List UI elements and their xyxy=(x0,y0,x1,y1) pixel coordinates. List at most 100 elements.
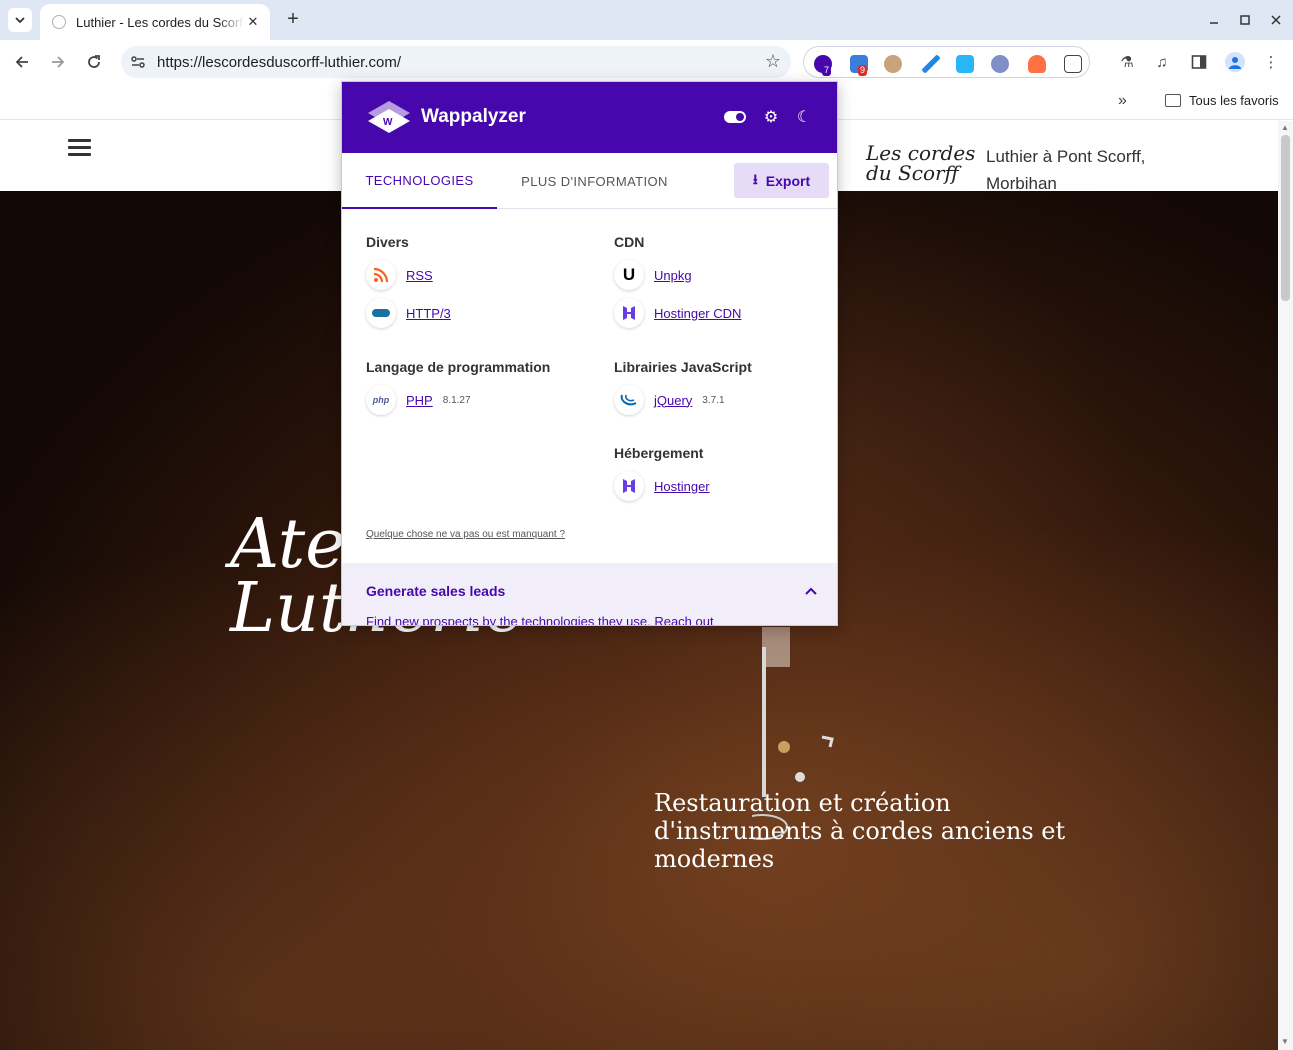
extension-icon[interactable] xyxy=(884,55,902,73)
http3-icon xyxy=(366,298,396,328)
gear-icon[interactable]: ⚙ xyxy=(761,107,781,127)
technology-name[interactable]: HTTP/3 xyxy=(406,306,451,321)
address-bar[interactable]: https://lescordesduscorff-luthier.com/ ☆ xyxy=(121,46,791,78)
extensions-area: 7 9 xyxy=(803,46,1090,78)
puzzle-icon[interactable] xyxy=(1064,55,1082,73)
hamburger-menu-icon[interactable] xyxy=(68,139,91,157)
site-tagline: Luthier à Pont Scorff, Morbihan xyxy=(986,147,1146,193)
tab-title: Luthier - Les cordes du Scorff xyxy=(76,14,244,30)
reload-icon xyxy=(88,55,100,68)
person-icon xyxy=(1229,57,1241,69)
hostinger-icon xyxy=(614,298,644,328)
profile-avatar[interactable] xyxy=(1225,52,1245,72)
tab-search-button[interactable] xyxy=(8,8,32,32)
extension-icon[interactable] xyxy=(956,55,974,73)
maximize-button[interactable] xyxy=(1233,8,1257,32)
technology-item[interactable]: U Unpkg xyxy=(614,259,692,291)
technology-name[interactable]: Hostinger xyxy=(654,479,710,494)
close-icon xyxy=(1271,15,1281,25)
browser-toolbar: https://lescordesduscorff-luthier.com/ ☆… xyxy=(0,40,1293,84)
chevron-up-icon[interactable] xyxy=(805,582,817,598)
close-icon[interactable]: ✕ xyxy=(244,13,262,31)
folder-icon xyxy=(1165,94,1181,107)
technology-item[interactable]: Hostinger xyxy=(614,470,710,502)
technology-version: 8.1.27 xyxy=(442,394,471,406)
extension-badge: 7 xyxy=(822,65,832,76)
technology-name[interactable]: PHP xyxy=(406,393,433,408)
report-issue-link[interactable]: Quelque chose ne va pas ou est manquant … xyxy=(366,529,565,540)
download-icon: ⭳ xyxy=(752,170,758,187)
scroll-up-icon[interactable]: ▲ xyxy=(1281,123,1289,132)
kebab-menu-icon[interactable]: ⋮ xyxy=(1261,52,1281,72)
export-button[interactable]: ⭳ Export xyxy=(734,163,829,198)
technology-name[interactable]: Unpkg xyxy=(654,268,692,283)
moon-icon[interactable]: ☾ xyxy=(794,107,814,127)
category-title: Librairies JavaScript xyxy=(614,359,752,375)
forward-button[interactable] xyxy=(46,50,70,74)
wappalyzer-tabs: TECHNOLOGIES PLUS D'INFORMATION ⭳ Export xyxy=(342,153,837,209)
arrow-right-icon xyxy=(52,56,65,68)
sales-leads-panel: Generate sales leads Find new prospects … xyxy=(342,563,837,625)
technology-name[interactable]: RSS xyxy=(406,268,433,283)
close-window-button[interactable] xyxy=(1264,8,1288,32)
sales-leads-text[interactable]: Find new prospects by the technologies t… xyxy=(366,614,714,625)
category-title: Langage de programmation xyxy=(366,359,551,375)
chevron-down-icon xyxy=(15,17,25,24)
browser-tab-active[interactable]: Luthier - Les cordes du Scorff ✕ xyxy=(40,4,270,40)
logo-line: du Scorff xyxy=(866,161,959,185)
extension-icon[interactable] xyxy=(922,55,940,73)
back-button[interactable] xyxy=(10,50,34,74)
site-logo[interactable]: Les cordes du Scorff xyxy=(866,143,975,183)
minimize-icon xyxy=(1210,22,1218,24)
bookmarks-folder-label: Tous les favoris xyxy=(1189,93,1279,108)
flask-icon[interactable]: ⚗ xyxy=(1117,52,1137,72)
tab-technologies[interactable]: TECHNOLOGIES xyxy=(342,153,497,209)
all-bookmarks-folder[interactable]: Tous les favoris xyxy=(1165,93,1279,108)
wappalyzer-popup: W Wappalyzer ⚙ ☾ TECHNOLOGIES PLUS D'INF… xyxy=(341,81,838,626)
tab-more-info[interactable]: PLUS D'INFORMATION xyxy=(497,153,692,209)
scroll-down-icon[interactable]: ▼ xyxy=(1281,1037,1289,1046)
technology-name[interactable]: Hostinger CDN xyxy=(654,306,741,321)
category-title: CDN xyxy=(614,234,645,250)
logo-line: Les cordes xyxy=(866,141,976,165)
extension-badge: 9 xyxy=(858,65,868,76)
technology-item[interactable]: HTTP/3 xyxy=(366,297,451,329)
technology-item[interactable]: Hostinger CDN xyxy=(614,297,741,329)
technology-name[interactable]: jQuery xyxy=(654,393,692,408)
minimize-button[interactable] xyxy=(1202,8,1226,32)
sales-leads-title[interactable]: Generate sales leads xyxy=(366,583,505,599)
new-tab-button[interactable]: + xyxy=(282,8,304,30)
category-title: Divers xyxy=(366,234,409,250)
export-label: Export xyxy=(765,172,811,189)
technology-item[interactable]: RSS xyxy=(366,259,433,291)
technology-version: 3.7.1 xyxy=(702,394,725,406)
scroll-thumb[interactable] xyxy=(1281,135,1290,301)
svg-text:W: W xyxy=(383,117,393,128)
hero-subtitle: Restauration et création d'instruments à… xyxy=(654,789,1066,873)
media-controls-icon[interactable]: ♫ xyxy=(1152,52,1172,72)
wappalyzer-brand: Wappalyzer xyxy=(421,106,526,127)
arrow-left-icon xyxy=(15,56,28,68)
site-settings-icon[interactable] xyxy=(129,53,147,71)
tab-strip: Luthier - Les cordes du Scorff ✕ + xyxy=(0,0,1293,40)
globe-icon xyxy=(52,15,66,29)
technology-item[interactable]: jQuery 3.7.1 xyxy=(614,384,725,416)
double-chevron-right-icon[interactable]: » xyxy=(1118,92,1127,110)
extension-icon[interactable] xyxy=(1028,55,1046,73)
side-panel-icon[interactable] xyxy=(1189,52,1209,72)
page-scrollbar[interactable]: ▲ ▼ xyxy=(1278,121,1293,1050)
hostinger-icon xyxy=(614,471,644,501)
rss-icon xyxy=(366,260,396,290)
reload-button[interactable] xyxy=(82,50,106,74)
side-panel-icon-glyph xyxy=(1191,55,1207,69)
bookmark-star-icon[interactable]: ☆ xyxy=(765,51,781,72)
technology-item[interactable]: php PHP 8.1.27 xyxy=(366,384,471,416)
enable-toggle[interactable] xyxy=(724,111,746,123)
url-text[interactable]: https://lescordesduscorff-luthier.com/ xyxy=(157,54,401,71)
category-title: Hébergement xyxy=(614,445,704,461)
wappalyzer-header: W Wappalyzer ⚙ ☾ xyxy=(342,82,837,153)
jquery-icon xyxy=(614,385,644,415)
wappalyzer-logo-icon: W xyxy=(368,101,410,133)
gear-extension-icon[interactable] xyxy=(991,55,1009,73)
unpkg-icon: U xyxy=(614,260,644,290)
